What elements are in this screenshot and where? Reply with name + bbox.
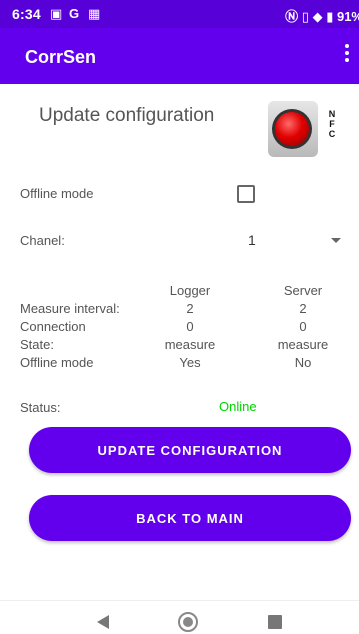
- status-bar: 6:34 ▣ G ▦ Ⓝ ▯ ◆ ▮ 91%: [0, 0, 359, 28]
- update-configuration-button[interactable]: UPDATE CONFIGURATION: [29, 427, 351, 473]
- offline-mode-checkbox[interactable]: [237, 185, 255, 203]
- table-row: Offline mode Yes No: [0, 355, 359, 371]
- app-title: CorrSen: [25, 47, 97, 67]
- status-value: Online: [219, 399, 257, 414]
- nfc-indicator-icon: N F C: [268, 101, 335, 157]
- server-value: measure: [277, 337, 329, 352]
- logger-value: measure: [164, 337, 216, 352]
- calendar-icon: ▦: [88, 6, 101, 21]
- chanel-select-value: 1: [248, 232, 256, 248]
- page-title: Update configuration: [39, 105, 215, 126]
- app-bar: CorrSen: [0, 28, 359, 84]
- row-label: State:: [20, 337, 54, 352]
- row-label: Measure interval:: [20, 301, 120, 316]
- logger-value: Yes: [179, 355, 201, 370]
- table-row: State: measure measure: [0, 337, 359, 353]
- row-label: Offline mode: [20, 355, 94, 370]
- image-icon: ▣: [50, 6, 63, 21]
- logger-value: 2: [186, 301, 194, 316]
- recent-apps-icon[interactable]: [268, 615, 282, 629]
- google-icon: G: [69, 6, 80, 21]
- status-time: 6:34: [12, 6, 41, 22]
- column-header-server: Server: [283, 283, 323, 298]
- offline-mode-label: Offline mode: [20, 186, 94, 201]
- battery-icon: ▮: [326, 9, 334, 24]
- table-row: Measure interval: 2 2: [0, 301, 359, 317]
- server-value: 2: [299, 301, 307, 316]
- logger-value: 0: [186, 319, 194, 334]
- home-icon[interactable]: [178, 612, 198, 632]
- nfc-letters: N F C: [328, 109, 336, 139]
- table-row: Connection 0 0: [0, 319, 359, 335]
- nfc-led: [275, 112, 309, 146]
- dropdown-arrow-icon: [331, 238, 341, 243]
- chanel-label: Chanel:: [20, 233, 65, 248]
- overflow-menu-icon[interactable]: [343, 42, 351, 66]
- wifi-icon: ◆: [312, 9, 323, 24]
- table-header-row: Logger Server: [0, 283, 359, 299]
- server-value: 0: [299, 319, 307, 334]
- status-label: Status:: [20, 400, 61, 415]
- vibrate-icon: ▯: [301, 9, 309, 24]
- row-label: Connection: [20, 319, 86, 334]
- column-header-logger: Logger: [169, 283, 211, 298]
- status-right: Ⓝ ▯ ◆ ▮ 91%: [285, 6, 359, 25]
- battery-level: 91%: [336, 9, 359, 24]
- back-icon[interactable]: [97, 615, 109, 629]
- nfc-status-icon: Ⓝ: [285, 9, 299, 24]
- back-to-main-button[interactable]: BACK TO MAIN: [29, 495, 351, 541]
- server-value: No: [294, 355, 312, 370]
- navigation-bar: [0, 600, 359, 634]
